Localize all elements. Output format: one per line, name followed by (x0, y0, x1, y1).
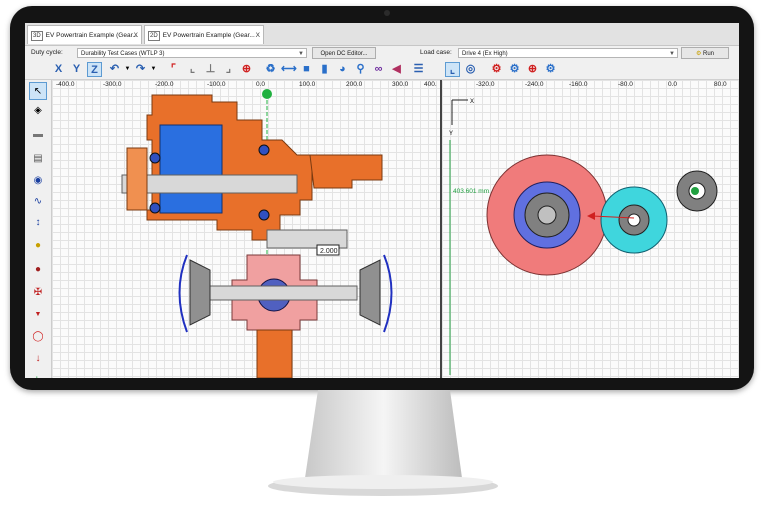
planet-gear-icon[interactable]: ⚙ (543, 62, 558, 77)
align-bottom-right-icon[interactable]: ⌟ (221, 62, 236, 77)
run-icon: ⚙ (695, 51, 702, 57)
run-label: Run (703, 51, 715, 57)
load-case-label: Load case: (420, 49, 452, 56)
chevron-down-icon: ▼ (669, 51, 675, 57)
input-shaft (121, 174, 298, 194)
axes-2d-icon[interactable]: ⌞ (445, 62, 460, 77)
load-case-value: Drive 4 (Ex High) (462, 51, 508, 57)
pointer-icon[interactable]: ↖ (29, 82, 47, 100)
tab-3d-label: EV Powertrain Example (Gear... (45, 32, 138, 39)
bearing-tool-icon[interactable]: ◉ (29, 172, 47, 190)
gauge-icon[interactable]: ◕ (335, 62, 350, 77)
link-icon[interactable]: ∞ (371, 62, 386, 77)
duty-cycle-value: Durability Test Cases (WTLP 3) (81, 51, 165, 57)
circle-view-icon[interactable]: ◎ (463, 62, 478, 77)
eraser-icon[interactable]: ◈ (29, 102, 47, 120)
axes-icon[interactable]: ⌜ (166, 62, 181, 77)
tab-2d-label: EV Powertrain Example (Gear... (162, 32, 255, 39)
output-shaft (196, 285, 358, 301)
housing-icon[interactable]: ▤ (29, 150, 47, 168)
monitor-stand (268, 390, 498, 496)
gear-layout-drawing: X Y 403.601 mm (449, 99, 718, 375)
tool-sidebar: ↖ ◈ ▬ ▤ ◉ ∿ ↕ ● ● ✠ ▼ ◯ ↓ ⌞ (25, 80, 52, 378)
rotation-arrow-right (383, 254, 393, 333)
tab-2d-badge: 2D (148, 31, 160, 41)
section-view-pane[interactable]: -400.0 -300.0 -200.0 -100.0 0.0 100.0 20… (52, 80, 440, 378)
load-ring-icon[interactable]: ◯ (29, 328, 47, 346)
menu-icon[interactable]: ☰ (411, 62, 426, 77)
stand-base-top (273, 475, 493, 489)
monitor-bezel: 3D EV Powertrain Example (Gear... X 2D EV … (10, 6, 754, 390)
document-tabs: 3D EV Powertrain Example (Gear... X 2D EV … (25, 23, 739, 46)
target-icon[interactable]: ⊕ (525, 62, 540, 77)
webcam (384, 10, 390, 16)
motor-rotor (159, 124, 223, 214)
right-cv-joint (359, 259, 381, 326)
dimension-label: 403.601 mm (453, 188, 489, 195)
gear-pair-icon[interactable]: ■ (299, 62, 314, 77)
open-dc-editor-button[interactable]: Open DC Editor... (312, 47, 376, 59)
tab-3d-badge: 3D (31, 31, 43, 41)
left-cv-joint (189, 259, 211, 326)
mass-icon[interactable]: ● (29, 261, 47, 279)
speaker-icon[interactable]: ◀ (389, 62, 404, 77)
gearbox-housing (309, 154, 383, 189)
gear-set-icon[interactable]: ⚙ (507, 62, 522, 77)
crosshair-icon[interactable]: ⊕ (239, 62, 254, 77)
bearing (258, 209, 270, 221)
force-icon[interactable]: ↓ (29, 350, 47, 368)
gear-tool-icon[interactable]: ✠ (29, 284, 47, 302)
bearing-icon[interactable]: ▮ (317, 62, 332, 77)
bearing (258, 144, 270, 156)
align-bottom-left-icon[interactable]: ⌞ (185, 62, 200, 77)
measure-icon[interactable]: ⟷ (281, 62, 297, 77)
spring-icon[interactable]: ∿ (29, 193, 47, 211)
align-bottom-icon[interactable]: ⊥ (203, 62, 218, 77)
arrow-down-icon[interactable]: ▼ (29, 306, 47, 324)
tab-3d-close[interactable]: X (134, 26, 138, 45)
connector-icon[interactable]: ⌞ (29, 368, 47, 378)
gear-mesh-icon[interactable]: ⚙ (489, 62, 504, 77)
axis-y-label: Y (449, 131, 453, 137)
view-x-button[interactable]: X (51, 62, 66, 77)
shaft-icon[interactable]: ▬ (29, 126, 47, 144)
gear-layout-pane[interactable]: -320.0 -240.0 -160.0 -80.0 0.0 80.0 X Y … (442, 80, 739, 378)
view-z-button[interactable]: Z (87, 62, 102, 77)
tab-2d-view[interactable]: 2D EV Powertrain Example (Gear... X (144, 25, 264, 44)
chevron-down-icon: ▼ (298, 51, 304, 57)
duty-cycle-label: Duty cycle: (31, 49, 63, 56)
spacer-icon[interactable]: ↕ (29, 214, 47, 232)
intermediate-bore (627, 213, 641, 227)
pinion-marker (691, 187, 699, 195)
view-toolbar: X Y Z ↶ ▼ ↷ ▼ ⌜ ⌞ ⊥ ⌟ ⊕ ♻ ⟷ ■ ▮ ◕ ⚲ ∞ ◀ … (25, 60, 739, 80)
powertrain-section-drawing: 2.000 (121, 89, 393, 378)
duty-cycle-select[interactable]: Durability Test Cases (WTLP 3) ▼ (77, 48, 307, 58)
axes-indicator: X Y (449, 99, 474, 137)
bearing (149, 152, 161, 164)
tab-3d-view[interactable]: 3D EV Powertrain Example (Gear... X (27, 25, 142, 44)
chevron-down-icon[interactable]: ▼ (146, 62, 161, 77)
coupling-icon[interactable]: ● (29, 237, 47, 255)
axis-x-label: X (470, 99, 474, 105)
screen: 3D EV Powertrain Example (Gear... X 2D EV … (25, 23, 739, 378)
shaft-tool-icon[interactable]: ♻ (263, 62, 278, 77)
lower-housing (256, 329, 293, 378)
dimension-tag: 2.000 (320, 248, 338, 255)
view-y-button[interactable]: Y (69, 62, 84, 77)
hub (537, 205, 557, 225)
stand-neck (305, 390, 462, 478)
bearing (149, 202, 161, 214)
load-case-select[interactable]: Drive 4 (Ex High) ▼ (458, 48, 678, 58)
tab-2d-close[interactable]: X (256, 26, 260, 45)
rotation-arrow-left (178, 254, 188, 333)
end-cover (126, 147, 148, 211)
run-button[interactable]: ⚙ Run (681, 47, 729, 59)
zoom-icon[interactable]: ⚲ (353, 62, 368, 77)
analysis-bar: Duty cycle: Durability Test Cases (WTLP … (25, 46, 739, 60)
